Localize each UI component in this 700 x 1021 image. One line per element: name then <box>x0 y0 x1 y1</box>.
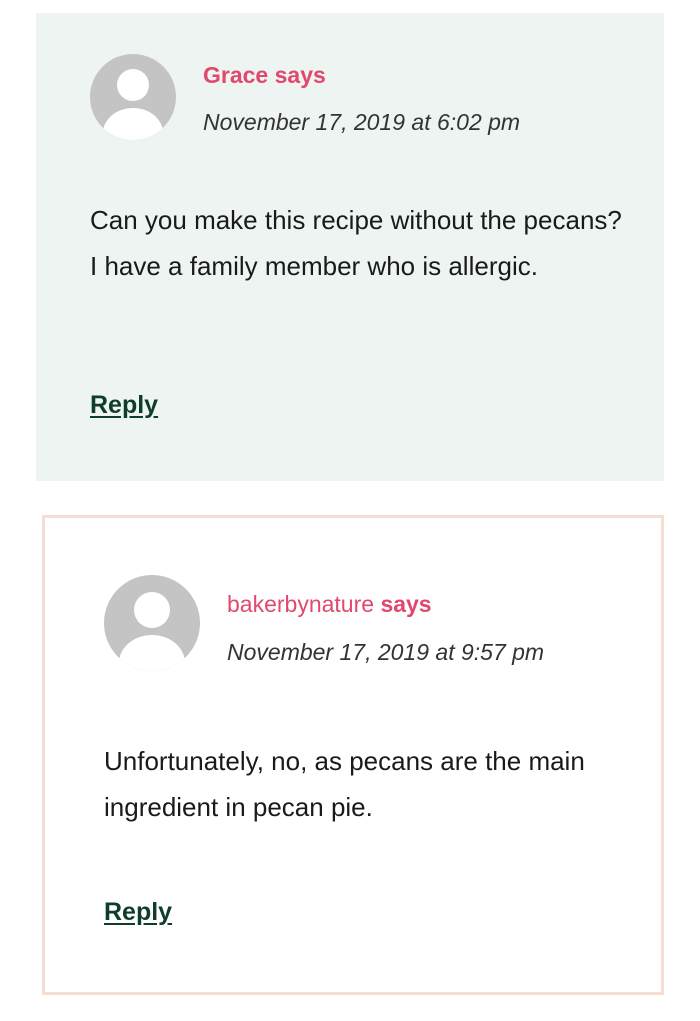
avatar-head-shape <box>134 592 170 628</box>
comment-grace: Grace says November 17, 2019 at 6:02 pm … <box>36 13 664 481</box>
avatar-head-shape <box>117 69 149 101</box>
author-name: bakerbynature <box>227 591 375 617</box>
comment-author: Grace says <box>203 62 326 89</box>
avatar-body-shape <box>119 635 185 671</box>
author-name: Grace <box>203 62 269 88</box>
comment-author: bakerbynature says <box>227 591 432 618</box>
user-avatar-icon <box>90 54 176 140</box>
comments-page: Grace says November 17, 2019 at 6:02 pm … <box>0 0 700 1021</box>
user-avatar-icon <box>104 575 200 671</box>
comment-date: November 17, 2019 at 6:02 pm <box>203 109 521 135</box>
avatar-body-shape <box>103 108 163 140</box>
comment-text: Unfortunately, no, as pecans are the mai… <box>104 746 585 822</box>
author-says: says <box>274 62 326 88</box>
comment-date: November 17, 2019 at 9:57 pm <box>227 639 545 665</box>
author-says: says <box>380 591 432 617</box>
comment-text: Can you make this recipe without the pec… <box>90 205 622 281</box>
comment-bakerbynature: bakerbynature says November 17, 2019 at … <box>42 515 664 995</box>
reply-link[interactable]: Reply <box>104 898 172 927</box>
reply-link[interactable]: Reply <box>90 391 158 420</box>
